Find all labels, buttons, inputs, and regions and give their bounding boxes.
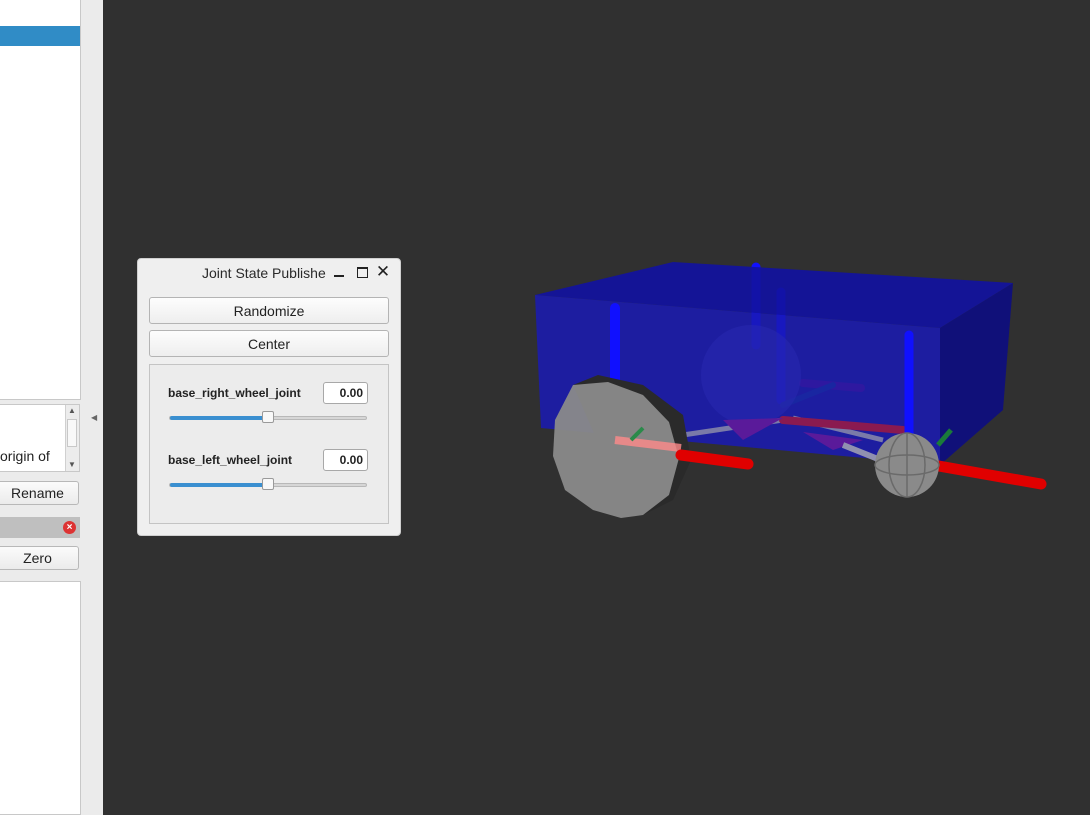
joint-slider-base-left-wheel[interactable]: [169, 478, 367, 490]
scroll-up-icon[interactable]: ▲: [68, 407, 76, 415]
slider-fill: [170, 416, 268, 420]
joint-value-base-right-wheel[interactable]: 0.00: [323, 382, 368, 404]
collapse-panel-icon[interactable]: ◀: [91, 413, 97, 422]
zero-button[interactable]: Zero: [0, 546, 79, 570]
close-icon[interactable]: ✕: [375, 263, 391, 281]
description-text: origin of: [0, 448, 50, 464]
view-properties-panel: [0, 581, 81, 815]
tree-selected-row[interactable]: [0, 26, 80, 46]
caster-wheel-front: [874, 432, 940, 498]
remove-icon[interactable]: ×: [63, 521, 76, 534]
window-title: Joint State Publisher: [202, 265, 326, 281]
slider-handle[interactable]: [262, 411, 274, 423]
left-panel: origin of ▲ ▼ ◀ Rename × Zero: [0, 0, 103, 815]
joints-group: base_right_wheel_joint 0.00 base_left_wh…: [149, 364, 389, 524]
display-tree[interactable]: [0, 0, 81, 400]
center-button[interactable]: Center: [149, 330, 389, 357]
scrollbar-thumb[interactable]: [67, 419, 77, 447]
wheel-axles: [675, 449, 1047, 490]
slider-fill: [170, 483, 268, 487]
joint-state-publisher-window: Joint State Publisher ✕ Randomize Center…: [137, 258, 401, 536]
description-scrollbar[interactable]: ▲ ▼: [65, 405, 79, 471]
description-box: origin of ▲ ▼: [0, 404, 80, 472]
rename-button[interactable]: Rename: [0, 481, 79, 505]
minimize-icon[interactable]: [331, 263, 347, 281]
joint-label-base-right-wheel: base_right_wheel_joint: [168, 386, 301, 400]
scroll-down-icon[interactable]: ▼: [68, 461, 76, 469]
slider-handle[interactable]: [262, 478, 274, 490]
maximize-icon[interactable]: [354, 263, 370, 281]
joint-value-base-left-wheel[interactable]: 0.00: [323, 449, 368, 471]
joint-slider-base-right-wheel[interactable]: [169, 411, 367, 423]
joint-label-base-left-wheel: base_left_wheel_joint: [168, 453, 293, 467]
randomize-button[interactable]: Randomize: [149, 297, 389, 324]
